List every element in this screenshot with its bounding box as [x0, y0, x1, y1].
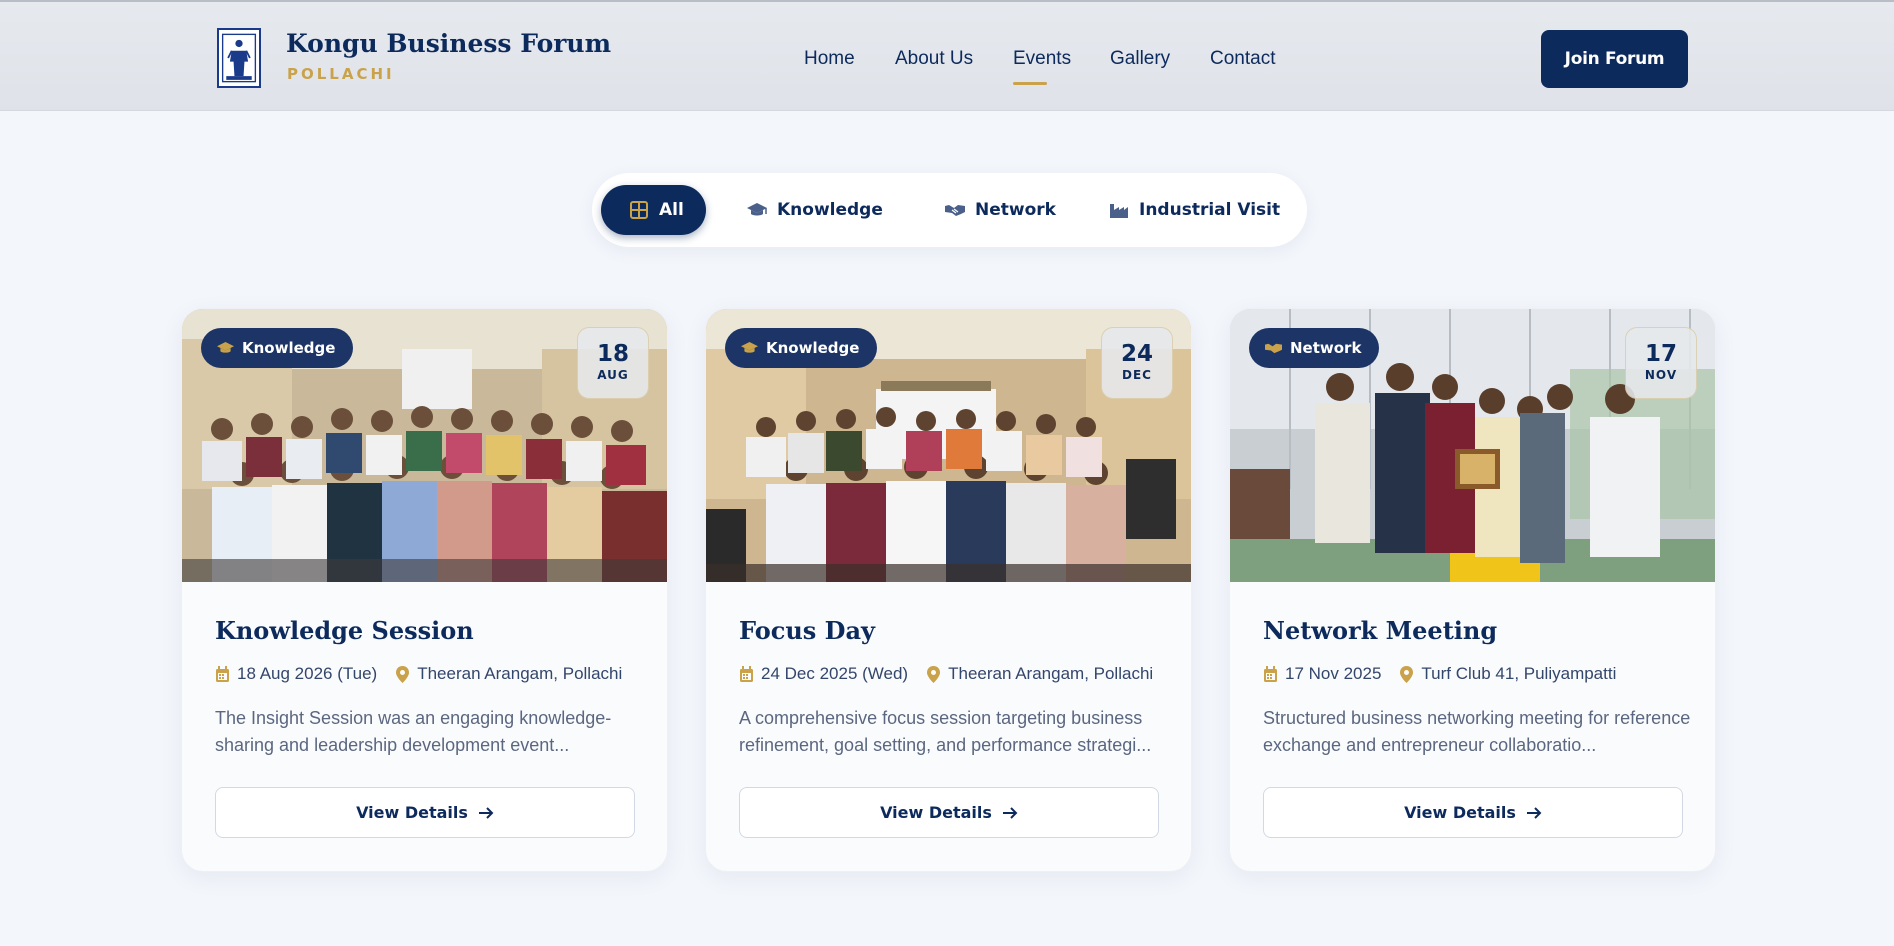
event-title[interactable]: Focus Day: [739, 616, 875, 645]
event-description: A comprehensive focus session targeting …: [739, 708, 1152, 755]
graduation-cap-icon: [217, 342, 234, 353]
nav-gallery[interactable]: Gallery: [1110, 48, 1170, 70]
filter-all[interactable]: All: [601, 185, 706, 235]
event-meta: 24 Dec 2025 (Wed) Theeran Arangam, Polla…: [739, 664, 1153, 684]
site-header: Kongu Business Forum POLLACHI Home About…: [0, 0, 1894, 111]
nav-contact[interactable]: Contact: [1210, 48, 1275, 70]
nav-home[interactable]: Home: [804, 48, 855, 70]
view-details-button[interactable]: View Details: [215, 787, 635, 838]
nav-events[interactable]: Events: [1013, 48, 1071, 70]
date-month: NOV: [1644, 368, 1678, 382]
filter-network[interactable]: Network: [923, 185, 1078, 235]
event-description: The Insight Session was an engaging know…: [215, 708, 612, 755]
graduation-cap-icon: [741, 342, 758, 353]
event-card[interactable]: Knowledge 18 AUG Knowledge Session 18 Au…: [181, 308, 668, 872]
date-badge: 24 DEC: [1101, 327, 1173, 399]
event-description: Structured business networking meeting f…: [1263, 708, 1691, 755]
location-pin-icon: [927, 665, 941, 683]
event-filter-bar: All Knowledge Network Industrial Visit: [592, 173, 1307, 247]
event-location: Theeran Arangam, Pollachi: [948, 664, 1154, 683]
calendar-icon: [1264, 665, 1277, 682]
category-badge: Network: [1249, 328, 1380, 368]
event-title[interactable]: Knowledge Session: [215, 616, 474, 645]
grid-icon: [630, 201, 648, 219]
date-day: 18: [596, 341, 629, 367]
category-label: Knowledge: [766, 339, 860, 357]
event-card[interactable]: Network 17 NOV Network Meeting 17 Nov 20…: [1229, 308, 1716, 872]
date-month: AUG: [597, 368, 629, 382]
location-pin-icon: [396, 665, 410, 683]
calendar-icon: [216, 665, 229, 682]
date-day: 17: [1644, 341, 1677, 367]
filter-knowledge[interactable]: Knowledge: [725, 185, 905, 235]
view-details-label: View Details: [356, 803, 468, 822]
arrow-right-icon: [478, 806, 494, 819]
filter-industrial-visit[interactable]: Industrial Visit: [1087, 185, 1302, 235]
location-pin-icon: [1400, 665, 1414, 683]
event-location: Turf Club 41, Puliyampatti: [1421, 664, 1617, 683]
view-details-button[interactable]: View Details: [739, 787, 1159, 838]
event-meta: 17 Nov 2025 Turf Club 41, Puliyampatti: [1263, 664, 1616, 684]
nav-about-us[interactable]: About Us: [895, 48, 973, 70]
filter-label: All: [659, 200, 684, 220]
graduation-cap-icon: [747, 203, 767, 216]
event-location: Theeran Arangam, Pollachi: [417, 664, 623, 683]
event-card[interactable]: Knowledge 24 DEC Focus Day 24 Dec 2025 (…: [705, 308, 1192, 872]
filter-label: Knowledge: [777, 200, 883, 220]
category-badge: Knowledge: [201, 328, 354, 368]
event-date: 17 Nov 2025: [1285, 664, 1382, 683]
handshake-icon: [945, 205, 965, 216]
category-label: Network: [1290, 339, 1362, 357]
date-badge: 17 NOV: [1625, 327, 1697, 399]
date-day: 24: [1120, 341, 1153, 367]
filter-label: Industrial Visit: [1139, 200, 1281, 220]
category-badge: Knowledge: [725, 328, 878, 368]
calendar-icon: [740, 665, 753, 682]
arrow-right-icon: [1526, 806, 1542, 819]
view-details-label: View Details: [880, 803, 992, 822]
date-badge: 18 AUG: [577, 327, 649, 399]
event-title[interactable]: Network Meeting: [1263, 616, 1497, 645]
view-details-label: View Details: [1404, 803, 1516, 822]
handshake-icon: [1265, 343, 1282, 354]
category-label: Knowledge: [242, 339, 336, 357]
event-meta: 18 Aug 2026 (Tue) Theeran Arangam, Polla…: [215, 664, 622, 684]
filter-label: Network: [975, 200, 1056, 220]
join-forum-button[interactable]: Join Forum: [1541, 30, 1688, 88]
event-date: 18 Aug 2026 (Tue): [237, 664, 378, 683]
arrow-right-icon: [1002, 806, 1018, 819]
industry-icon: [1110, 204, 1128, 218]
view-details-button[interactable]: View Details: [1263, 787, 1683, 838]
event-date: 24 Dec 2025 (Wed): [761, 664, 909, 683]
active-nav-indicator: [1013, 82, 1047, 85]
date-month: DEC: [1122, 368, 1152, 382]
